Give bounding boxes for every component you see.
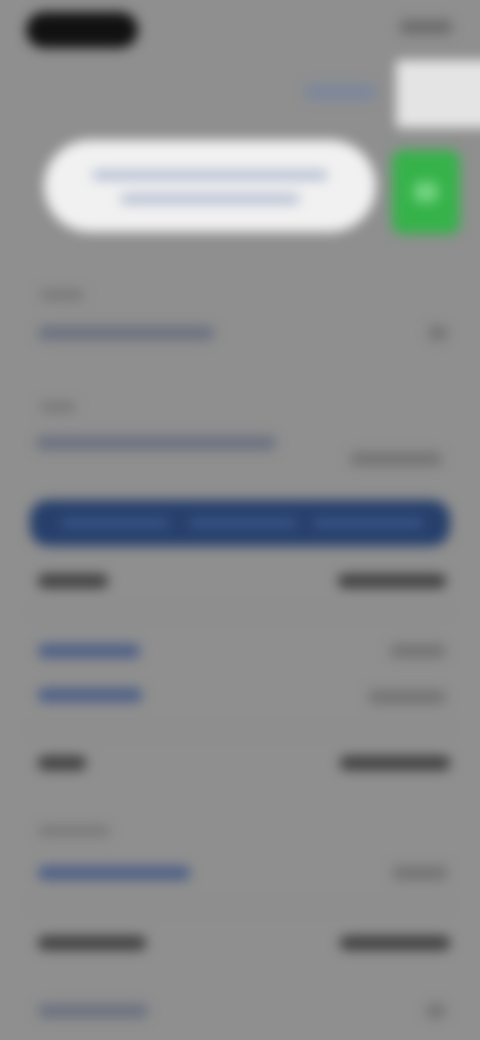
primary-bar-segment xyxy=(188,518,298,528)
banner-card[interactable] xyxy=(44,140,376,232)
row-value xyxy=(392,866,448,880)
row-value xyxy=(368,690,446,704)
row-label xyxy=(38,574,108,588)
row-label xyxy=(38,688,142,702)
divider xyxy=(30,906,450,907)
divider xyxy=(30,612,450,613)
divider xyxy=(30,730,450,731)
row-value xyxy=(340,756,450,770)
section-label xyxy=(40,290,84,300)
status-icons xyxy=(400,20,452,34)
row-label[interactable] xyxy=(38,866,190,880)
banner-text-line xyxy=(92,170,328,180)
chevron-icon xyxy=(428,326,448,340)
blurred-app-screen xyxy=(0,0,480,1040)
blurred-content xyxy=(0,0,480,1040)
row-value xyxy=(338,574,446,588)
row-value xyxy=(340,936,450,950)
section-label xyxy=(38,826,110,836)
list-item-label[interactable] xyxy=(38,326,214,340)
banner-text-line xyxy=(120,194,300,204)
chevron-icon xyxy=(426,1004,446,1018)
row-label xyxy=(38,756,86,770)
row-label xyxy=(38,1004,148,1018)
top-right-panel xyxy=(396,60,480,128)
status-bar-pill xyxy=(26,12,138,48)
section-label xyxy=(40,402,76,412)
primary-bar-segment xyxy=(312,518,424,528)
top-link[interactable] xyxy=(304,84,376,100)
row-label xyxy=(38,644,140,658)
row-value xyxy=(390,644,446,658)
row-label xyxy=(38,936,146,950)
primary-bar-segment xyxy=(60,518,170,528)
list-item-label xyxy=(36,436,276,450)
list-item-value xyxy=(350,452,442,466)
green-action-button[interactable] xyxy=(392,150,460,234)
